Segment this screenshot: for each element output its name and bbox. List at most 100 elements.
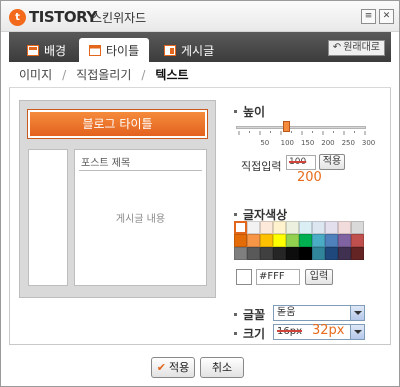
tab-label: 타이틀	[106, 43, 140, 58]
color-swatch[interactable]	[299, 247, 312, 260]
font-label: 글꼴	[243, 308, 266, 322]
color-swatch[interactable]	[325, 247, 338, 260]
size-label: 크기	[243, 327, 266, 341]
color-swatch[interactable]	[351, 247, 364, 260]
logo-text: TISTORY	[29, 8, 97, 26]
divider	[79, 170, 202, 171]
subtab-upload[interactable]: 직접올리기	[76, 66, 131, 83]
color-swatch[interactable]	[338, 234, 351, 247]
logo-mark: t	[9, 8, 26, 26]
height-apply-button[interactable]: 적용	[319, 154, 345, 170]
apply-button[interactable]: ✔ 적용	[151, 357, 195, 378]
undo-icon: ↶	[332, 42, 342, 53]
apply-label: 적용	[168, 361, 190, 374]
color-swatch[interactable]	[273, 221, 286, 234]
slider-tick-label: 300	[361, 139, 376, 147]
color-swatch[interactable]	[260, 247, 273, 260]
color-swatch[interactable]	[247, 221, 260, 234]
hex-color-input[interactable]: #FFF	[256, 269, 300, 285]
tab-post[interactable]: 게시글	[164, 38, 214, 62]
chevron-down-icon	[350, 325, 364, 339]
subtab-text[interactable]: 텍스트	[155, 66, 188, 83]
color-swatch[interactable]	[312, 221, 325, 234]
color-swatch[interactable]	[273, 234, 286, 247]
subtab-image[interactable]: 이미지	[19, 66, 52, 83]
post-icon	[164, 44, 176, 56]
main-tabs: 배경 타이틀 게시글 ↶ 원래대로	[9, 32, 391, 62]
preview-post-title: 포스트 제목	[81, 158, 131, 169]
color-swatch[interactable]	[234, 221, 247, 234]
title-icon	[89, 44, 101, 56]
color-swatch[interactable]	[234, 247, 247, 260]
color-swatch[interactable]	[299, 221, 312, 234]
color-swatch[interactable]	[260, 234, 273, 247]
color-swatch[interactable]	[247, 247, 260, 260]
slider-tick-labels: 50 100 150 200 250 300	[227, 139, 387, 149]
height-annotation: 200	[297, 170, 322, 185]
size-heading: 크기	[234, 325, 265, 342]
app-name: 스킨위자드	[91, 11, 147, 25]
color-swatch[interactable]	[351, 221, 364, 234]
color-swatch[interactable]	[260, 221, 273, 234]
slider-tick-label: 150	[300, 139, 315, 147]
color-swatch[interactable]	[312, 234, 325, 247]
subtab-separator: /	[141, 67, 146, 82]
bullet-icon	[234, 313, 237, 316]
current-color-swatch	[236, 269, 252, 285]
skin-wizard-window: t TISTORY 스킨위자드 ≡ ✕ 배경 타이틀 게시글 ↶ 원래대로 이미…	[0, 0, 400, 387]
tab-label: 배경	[44, 43, 67, 58]
title-bar: t TISTORY 스킨위자드 ≡ ✕	[1, 1, 399, 32]
size-select-value: 16px	[277, 326, 302, 337]
height-input[interactable]: 100	[286, 155, 316, 170]
color-input-button[interactable]: 입력	[305, 269, 333, 285]
color-swatch[interactable]	[286, 221, 299, 234]
check-icon: ✔	[156, 361, 166, 374]
font-select[interactable]: 돋움	[273, 305, 365, 321]
direct-input-label: 직접입력	[241, 160, 282, 173]
color-swatch[interactable]	[325, 234, 338, 247]
cancel-button[interactable]: 취소	[200, 357, 244, 378]
bullet-icon	[234, 110, 237, 113]
font-select-value: 돋움	[277, 307, 296, 318]
bullet-icon	[234, 213, 237, 216]
tab-background[interactable]: 배경	[27, 38, 66, 62]
slider-tick-label: 100	[280, 139, 294, 147]
color-swatch[interactable]	[351, 234, 364, 247]
height-slider-track[interactable]	[236, 126, 366, 129]
chevron-down-icon	[350, 306, 364, 320]
preview-post-body: 게시글 내용	[115, 214, 166, 225]
tab-title[interactable]: 타이틀	[79, 38, 150, 62]
color-swatch[interactable]	[338, 247, 351, 260]
color-swatch[interactable]	[234, 234, 247, 247]
subtab-separator: /	[62, 67, 67, 82]
slider-tick-label: 200	[321, 139, 335, 147]
color-swatch[interactable]	[338, 221, 351, 234]
close-button[interactable]: ✕	[379, 9, 394, 24]
preview-blog-title: 블로그 타이틀	[27, 109, 208, 139]
color-swatch[interactable]	[247, 234, 260, 247]
restore-label: 원래대로	[343, 42, 380, 53]
color-swatch[interactable]	[325, 221, 338, 234]
bullet-icon	[234, 332, 237, 335]
font-heading: 글꼴	[234, 306, 265, 323]
preview-post: 포스트 제목 게시글 내용	[74, 149, 207, 286]
color-swatch[interactable]	[273, 247, 286, 260]
slider-tick-label: 50	[260, 139, 270, 147]
slider-tick-label: 250	[341, 139, 355, 147]
height-heading: 높이	[234, 103, 265, 120]
preview-sidebar	[28, 149, 68, 286]
color-swatch[interactable]	[286, 234, 299, 247]
tistory-logo: t TISTORY	[9, 7, 97, 27]
sub-tabs: 이미지 / 직접올리기 / 텍스트	[9, 62, 391, 88]
skin-preview: 블로그 타이틀 포스트 제목 게시글 내용	[19, 100, 216, 298]
restore-default-button[interactable]: ↶ 원래대로	[327, 40, 385, 56]
background-icon	[27, 44, 39, 56]
slider-ticks	[238, 131, 366, 135]
color-swatch[interactable]	[286, 247, 299, 260]
tab-label: 게시글	[181, 43, 215, 58]
size-annotation: 32px	[312, 323, 345, 338]
color-swatch[interactable]	[299, 234, 312, 247]
color-swatch[interactable]	[312, 247, 325, 260]
height-label: 높이	[243, 105, 266, 119]
minimize-button[interactable]: ≡	[361, 9, 376, 24]
